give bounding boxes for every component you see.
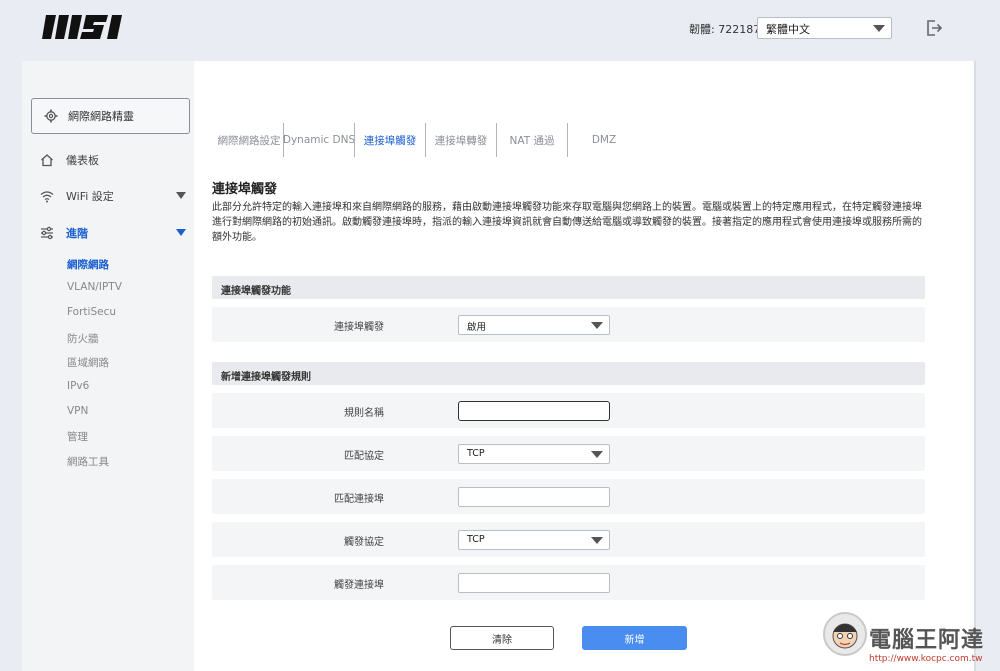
sliders-icon <box>41 226 53 240</box>
home-icon <box>41 154 53 167</box>
mascot-face-icon <box>832 623 858 649</box>
trigger-protocol-label: 觸發協定 <box>344 537 384 548</box>
sidebar-item-wifi[interactable]: WiFi 設定 <box>40 186 190 206</box>
sidebar-subitem-fortisecu[interactable]: FortiSecu <box>67 306 116 322</box>
match-port-input[interactable] <box>458 487 610 507</box>
msi-logo <box>42 15 122 39</box>
sidebar: 網際網路精靈 儀表板 WiFi 設定 進階 網際網路 VLAN/IPTV For… <box>22 61 194 671</box>
match-protocol-value: TCP <box>467 448 485 459</box>
chevron-down-icon <box>176 192 186 199</box>
sidebar-subitem-ipv6[interactable]: IPv6 <box>67 380 89 396</box>
port-trigger-select[interactable]: 啟用 <box>458 315 610 335</box>
gear-icon <box>44 109 58 123</box>
wifi-icon <box>40 191 54 203</box>
trigger-port-input[interactable] <box>458 573 610 593</box>
sidebar-subitem-vlan-iptv[interactable]: VLAN/IPTV <box>67 281 122 297</box>
chevron-down-icon <box>591 537 603 544</box>
firmware-version: 韌體: 722187 <box>689 23 761 36</box>
sidebar-item-advanced[interactable]: 進階 <box>40 223 190 243</box>
mascot-logo <box>823 612 867 656</box>
clear-button[interactable]: 清除 <box>450 626 554 650</box>
watermark: 電腦王阿達 http://www.kocpc.com.tw <box>823 612 1000 671</box>
tab-port-forwarding[interactable]: 連接埠轉發 <box>427 122 495 158</box>
sidebar-item-dashboard[interactable]: 儀表板 <box>40 150 190 170</box>
tab-internet-settings[interactable]: 網際網路設定 <box>214 122 284 158</box>
sidebar-item-label: 儀表板 <box>66 154 99 167</box>
section-header-add-rule: 新增連接埠觸發規則 <box>212 362 925 385</box>
form-row-match-port: 匹配連接埠 <box>212 479 925 514</box>
main-content: 網際網路設定 Dynamic DNS 連接埠觸發 連接埠轉發 NAT 通過 DM… <box>194 61 974 671</box>
match-protocol-select[interactable]: TCP <box>458 444 610 464</box>
chevron-down-icon <box>591 451 603 458</box>
scrollbar[interactable] <box>974 61 976 671</box>
form-row-match-protocol: 匹配協定 TCP <box>212 436 925 471</box>
section-header-port-trigger-function: 連接埠觸發功能 <box>212 276 925 299</box>
tab-divider <box>496 123 497 157</box>
logout-icon[interactable] <box>925 19 943 37</box>
header: 韌體: 722187 繁體中文 <box>0 0 1000 60</box>
tab-divider <box>567 123 568 157</box>
wizard-label: 網際網路精靈 <box>68 110 134 123</box>
rule-name-input[interactable] <box>458 401 610 421</box>
page-title: 連接埠觸發 <box>212 182 278 197</box>
sidebar-item-label: WiFi 設定 <box>66 190 114 203</box>
page-description: 此部分允許特定的輸入連接埠和來自網際網路的服務，藉由啟動連接埠觸發功能來存取電腦… <box>212 202 922 243</box>
trigger-protocol-select[interactable]: TCP <box>458 530 610 550</box>
form-row-trigger-port: 觸發連接埠 <box>212 565 925 600</box>
port-trigger-value: 啟用 <box>467 322 487 333</box>
trigger-port-label: 觸發連接埠 <box>334 580 384 591</box>
sidebar-subitem-vpn[interactable]: VPN <box>67 405 88 421</box>
internet-wizard-button[interactable]: 網際網路精靈 <box>31 98 190 134</box>
chevron-down-icon <box>873 25 885 32</box>
sidebar-subitem-network-tools[interactable]: 網路工具 <box>67 454 109 470</box>
form-row-trigger-protocol: 觸發協定 TCP <box>212 522 925 557</box>
language-value: 繁體中文 <box>766 23 810 36</box>
rule-name-label: 規則名稱 <box>344 408 384 419</box>
form-row-rule-name: 規則名稱 <box>212 393 925 428</box>
sidebar-subitem-firewall[interactable]: 防火牆 <box>67 331 99 347</box>
watermark-url: http://www.kocpc.com.tw <box>869 654 983 664</box>
add-button[interactable]: 新增 <box>582 626 687 650</box>
sidebar-subitem-admin[interactable]: 管理 <box>67 429 88 445</box>
form-row-port-trigger: 連接埠觸發 啟用 <box>212 307 925 342</box>
sidebar-subitem-lan[interactable]: 區域網路 <box>67 355 109 371</box>
sidebar-subitem-internet[interactable]: 網際網路 <box>67 257 109 273</box>
chevron-down-icon <box>176 229 186 236</box>
tab-dynamic-dns[interactable]: Dynamic DNS <box>283 122 355 158</box>
trigger-protocol-value: TCP <box>467 534 485 545</box>
tab-port-triggering[interactable]: 連接埠觸發 <box>356 122 424 158</box>
tab-nat-passthrough[interactable]: NAT 通過 <box>498 122 566 158</box>
tab-divider <box>425 123 426 157</box>
match-protocol-label: 匹配協定 <box>344 451 384 462</box>
sidebar-item-label: 進階 <box>66 227 88 240</box>
tab-dmz[interactable]: DMZ <box>569 122 639 158</box>
language-select[interactable]: 繁體中文 <box>757 17 892 39</box>
watermark-text: 電腦王阿達 <box>869 628 985 653</box>
chevron-down-icon <box>591 322 603 329</box>
port-trigger-label: 連接埠觸發 <box>334 322 384 333</box>
tab-divider <box>354 123 355 157</box>
match-port-label: 匹配連接埠 <box>334 494 384 505</box>
